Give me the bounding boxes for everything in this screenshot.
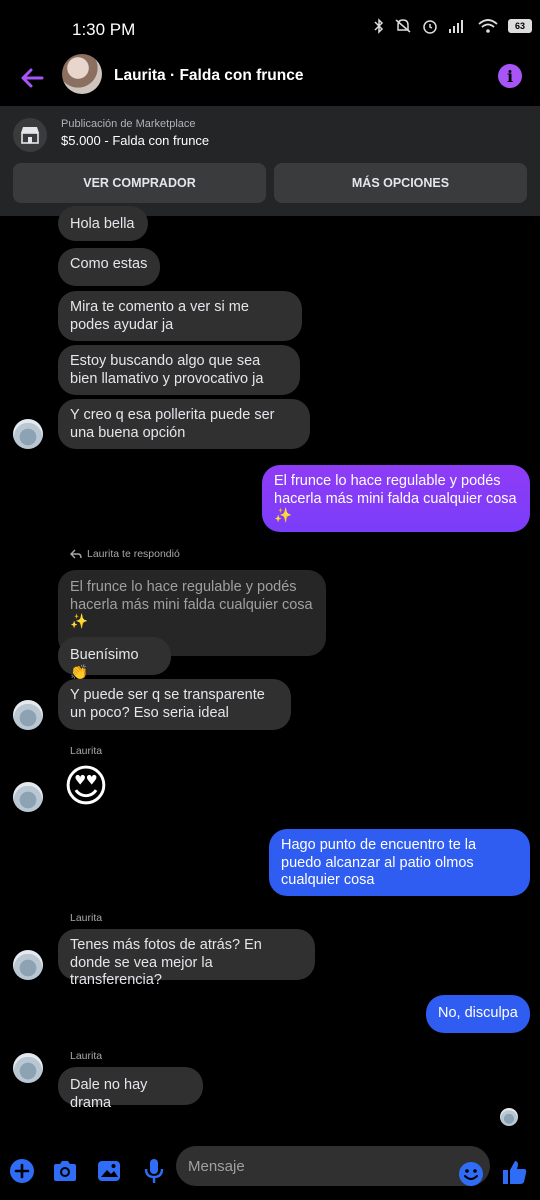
gallery-icon[interactable]	[95, 1157, 123, 1185]
message-outgoing[interactable]: Hago punto de encuentro te la puedo alca…	[269, 829, 530, 896]
message-incoming[interactable]: Mira te comento a ver si me podes ayudar…	[58, 291, 302, 341]
status-bar: 1:30 PM 63	[0, 0, 540, 58]
contact-avatar-small[interactable]	[13, 782, 43, 812]
emoji-message[interactable]: 😍	[63, 763, 109, 811]
marketplace-store-icon	[13, 118, 47, 152]
contact-avatar-small[interactable]	[13, 700, 43, 730]
message-incoming[interactable]: Hola bella	[58, 206, 148, 241]
message-outgoing[interactable]: No, disculpa	[426, 995, 530, 1033]
wifi-icon	[478, 19, 498, 33]
contact-avatar-small[interactable]	[13, 419, 43, 449]
mute-icon	[395, 19, 411, 33]
plus-icon[interactable]	[8, 1157, 36, 1185]
status-time: 1:30 PM	[72, 20, 136, 39]
message-incoming[interactable]: Tenes más fotos de atrás? En donde se ve…	[58, 929, 315, 988]
message-incoming[interactable]: Estoy buscando algo que sea bien llamati…	[58, 345, 300, 395]
marketplace-item[interactable]: $5.000 - Falda con frunce	[61, 133, 209, 148]
view-buyer-button[interactable]: VER COMPRADOR	[13, 163, 266, 203]
message-incoming[interactable]: Y puede ser q se transparente un poco? E…	[58, 679, 291, 730]
thumbs-up-icon[interactable]	[500, 1158, 528, 1186]
sender-name: Laurita	[70, 912, 103, 924]
bluetooth-icon	[374, 18, 384, 34]
microphone-icon[interactable]	[140, 1157, 168, 1185]
reply-indicator: Laurita te respondió	[70, 548, 180, 560]
reply-icon	[70, 549, 82, 559]
sender-name: Laurita	[70, 745, 103, 757]
alarm-icon	[423, 20, 437, 34]
signal-icon	[449, 20, 463, 33]
marketplace-panel: Publicación de Marketplace $5.000 - Fald…	[0, 106, 540, 216]
message-incoming[interactable]: Buenísimo 👏	[58, 637, 171, 681]
message-incoming[interactable]: Como estas	[58, 248, 160, 286]
conversation-header: Laurita · Falda con frunce i	[0, 54, 540, 106]
info-icon[interactable]: i	[498, 64, 522, 88]
read-receipt-avatar	[500, 1108, 518, 1126]
message-outgoing[interactable]: El frunce lo hace regulable y podés hace…	[262, 465, 530, 532]
contact-avatar[interactable]	[62, 54, 102, 94]
marketplace-label: Publicación de Marketplace	[61, 118, 196, 130]
contact-avatar-small[interactable]	[13, 950, 43, 980]
reply-label: Laurita te respondió	[87, 548, 180, 560]
sender-name: Laurita	[70, 1050, 103, 1062]
back-arrow-icon[interactable]	[16, 62, 48, 94]
message-input[interactable]	[176, 1146, 490, 1186]
status-icons: 63	[374, 18, 532, 34]
more-options-button[interactable]: MÁS OPCIONES	[274, 163, 527, 203]
conversation-title[interactable]: Laurita · Falda con frunce	[114, 67, 303, 85]
camera-icon[interactable]	[51, 1157, 79, 1185]
message-incoming[interactable]: Y creo q esa pollerita puede ser una bue…	[58, 399, 310, 449]
contact-avatar-small[interactable]	[13, 1053, 43, 1083]
emoji-icon[interactable]	[457, 1160, 485, 1188]
battery-icon: 63	[508, 19, 532, 33]
message-incoming[interactable]: Dale no hay drama	[58, 1067, 203, 1111]
